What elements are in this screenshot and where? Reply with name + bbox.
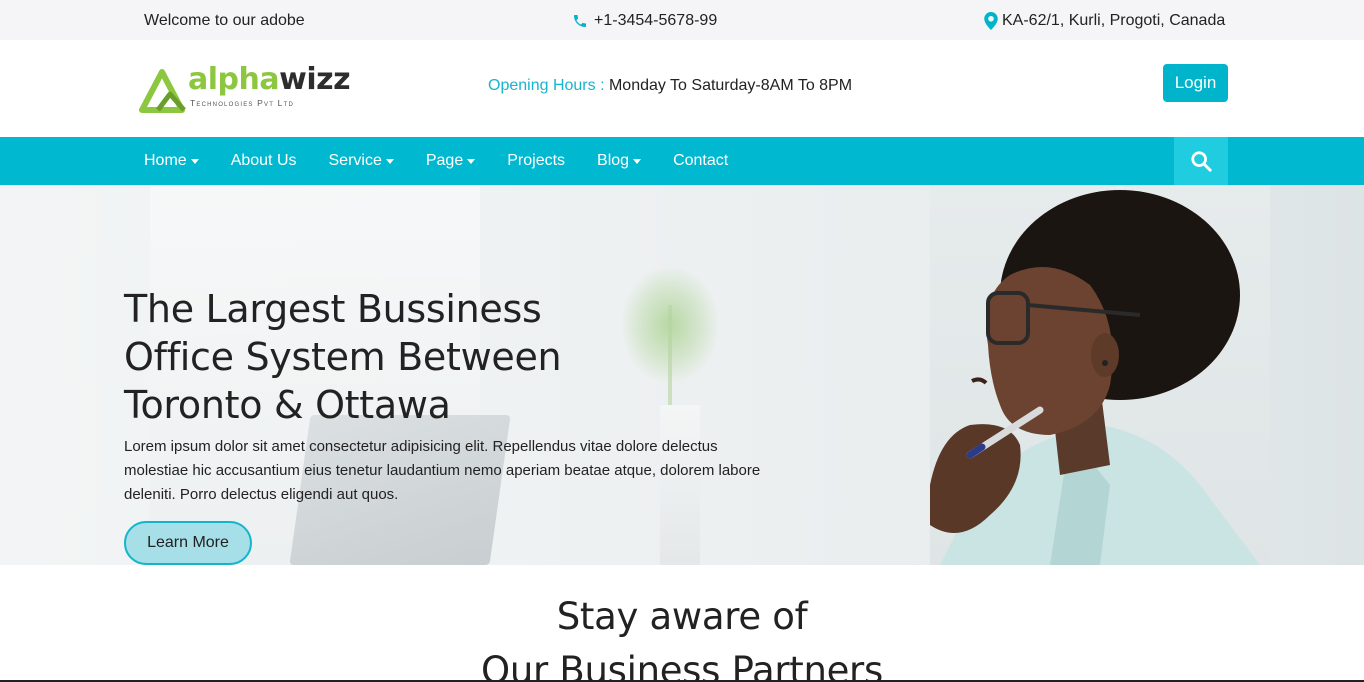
address-text: KA-62/1, Kurli, Progoti, Canada [1002,12,1226,29]
logo[interactable]: alphawizz Technologies Pvt Ltd [138,62,351,114]
phone-icon [574,15,586,27]
map-marker-icon [984,12,998,30]
search-icon [1191,151,1212,172]
welcome-text: Welcome to our adobe [144,12,305,29]
phone-number: +1-3454-5678-99 [594,12,718,29]
opening-hours-value: Monday To Saturday-8AM To 8PM [608,77,853,94]
plant-stem [668,305,672,415]
woman-portrait-image [930,190,1260,565]
nav-item-projects[interactable]: Projects [507,152,565,170]
nav-item-contact[interactable]: Contact [673,152,728,170]
nav-item-service[interactable]: Service [329,152,394,170]
hero-title: The Largest Bussiness Office System Betw… [124,287,562,427]
address: KA-62/1, Kurli, Progoti, Canada [984,12,1225,30]
header: alphawizz Technologies Pvt Ltd Opening H… [0,40,1364,137]
nav-item-home[interactable]: Home [144,152,199,170]
nav-item-page[interactable]: Page [426,152,476,170]
hero-description: Lorem ipsum dolor sit amet consectetur a… [124,438,761,503]
opening-hours-label: Opening Hours : [488,77,605,94]
caret-down-icon [633,159,642,164]
opening-hours: Opening Hours : Monday To Saturday-8AM T… [488,77,852,95]
nav-item-blog[interactable]: Blog [597,152,642,170]
logo-mark-icon [139,69,186,113]
section-title: Stay aware of Our Business Partners [481,595,883,682]
hero-banner: The Largest Bussiness Office System Betw… [0,185,1364,565]
learn-more-button[interactable]: Learn More [124,521,252,565]
search-button[interactable] [1174,137,1228,185]
caret-down-icon [385,159,394,164]
phone-contact[interactable]: +1-3454-5678-99 [572,12,717,30]
caret-down-icon [190,159,199,164]
logo-wordmark: alphawizz [188,62,351,97]
top-bar: Welcome to our adobe +1-3454-5678-99 KA-… [0,0,1364,40]
caret-down-icon [467,159,476,164]
nav-menu: Home About Us Service Page Projects Blog… [144,137,760,185]
main-nav: Home About Us Service Page Projects Blog… [0,137,1364,185]
logo-tagline: Technologies Pvt Ltd [190,98,294,108]
login-button[interactable]: Login [1163,64,1228,102]
nav-item-about-us[interactable]: About Us [231,152,297,170]
